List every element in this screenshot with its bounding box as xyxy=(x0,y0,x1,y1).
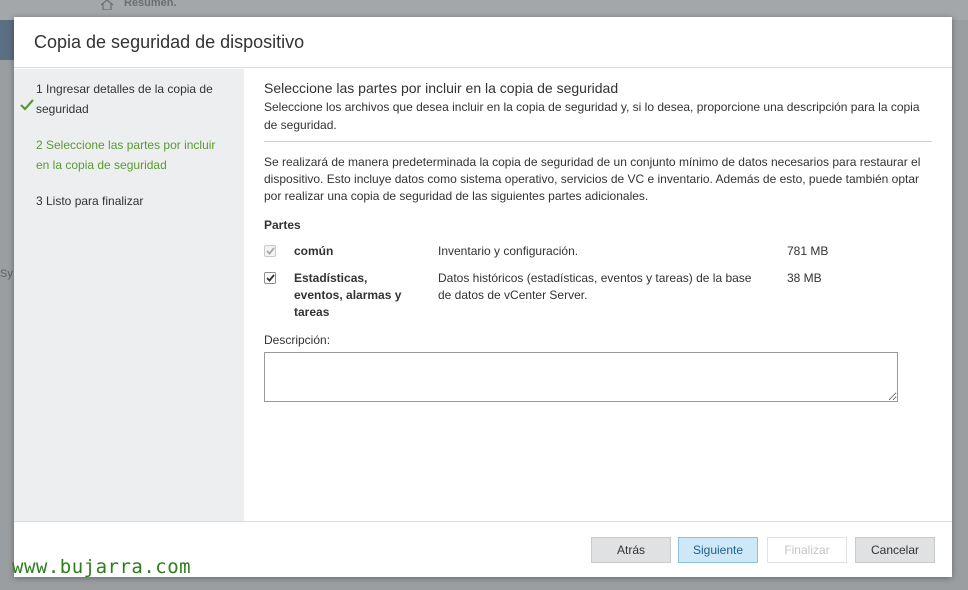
finish-button[interactable]: Finalizar xyxy=(767,537,847,563)
cancel-button[interactable]: Cancelar xyxy=(855,537,935,563)
dialog-body: 1 Ingresar detalles de la copia de segur… xyxy=(14,69,952,521)
parts-list: común Inventario y configuración. 781 MB… xyxy=(264,240,932,325)
part-checkbox[interactable] xyxy=(264,272,276,284)
step-label: 2 Seleccione las partes por incluir en l… xyxy=(36,138,216,172)
part-name: Estadísticas, eventos, alarmas y tareas xyxy=(294,271,402,319)
part-description: Inventario y configuración. xyxy=(438,244,579,258)
next-button[interactable]: Siguiente xyxy=(678,537,758,563)
part-row: común Inventario y configuración. 781 MB xyxy=(264,240,932,267)
content-description: Se realizará de manera predeterminada la… xyxy=(264,155,921,203)
dialog-title: Copia de seguridad de dispositivo xyxy=(34,32,305,52)
part-size: 781 MB xyxy=(787,244,829,258)
backup-dialog: Copia de seguridad de dispositivo 1 Ingr… xyxy=(14,17,952,577)
description-textarea[interactable] xyxy=(264,352,898,402)
checkmark-icon xyxy=(265,274,275,282)
background-side-text: Sy xyxy=(0,268,13,280)
check-icon xyxy=(20,99,34,111)
part-size: 38 MB xyxy=(787,271,822,285)
checkmark-icon xyxy=(265,247,275,255)
content-subtitle: Seleccione los archivos que desea inclui… xyxy=(264,98,932,142)
step-1[interactable]: 1 Ingresar detalles de la copia de segur… xyxy=(14,79,244,119)
step-label: 3 Listo para finalizar xyxy=(36,194,144,208)
background-breadcrumb: Resumen. xyxy=(124,0,177,9)
background-nav xyxy=(0,20,14,60)
step-label: 1 Ingresar detalles de la copia de segur… xyxy=(36,82,213,116)
part-checkbox[interactable] xyxy=(264,245,276,257)
part-description: Datos históricos (estadísticas, eventos … xyxy=(438,271,752,302)
step-content: Seleccione las partes por incluir en la … xyxy=(244,69,952,521)
description-label: Descripción: xyxy=(264,333,331,347)
step-2[interactable]: 2 Seleccione las partes por incluir en l… xyxy=(14,135,244,175)
content-title: Seleccione las partes por incluir en la … xyxy=(264,80,619,96)
part-name: común xyxy=(294,244,334,258)
part-row: Estadísticas, eventos, alarmas y tareas … xyxy=(264,267,932,325)
dialog-header: Copia de seguridad de dispositivo xyxy=(14,17,952,68)
parts-label: Partes xyxy=(264,218,301,232)
step-3[interactable]: 3 Listo para finalizar xyxy=(14,191,244,211)
wizard-steps: 1 Ingresar detalles de la copia de segur… xyxy=(14,69,244,521)
watermark: www.bujarra.com xyxy=(12,556,192,578)
home-icon xyxy=(100,0,114,10)
back-button[interactable]: Atrás xyxy=(591,537,671,563)
